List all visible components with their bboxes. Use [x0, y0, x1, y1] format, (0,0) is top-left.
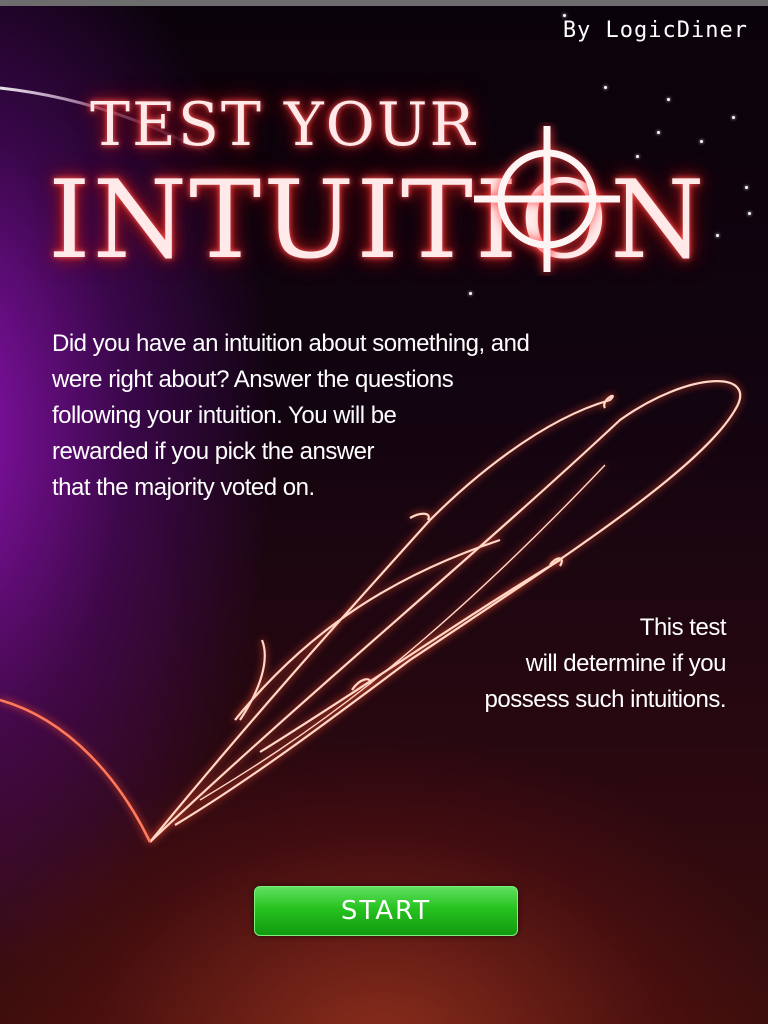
outro-line: possess such intuitions.: [484, 686, 727, 713]
feather-illustration: [0, 380, 742, 843]
background-scene: By LogicDiner TEST YOUR INTUITION Did yo…: [0, 0, 768, 1024]
outro-paragraph: This test will determine if you possess …: [386, 610, 727, 718]
start-button[interactable]: START: [254, 886, 518, 936]
outro-line: This test: [639, 614, 727, 641]
outro-line: will determine if you: [525, 650, 727, 677]
